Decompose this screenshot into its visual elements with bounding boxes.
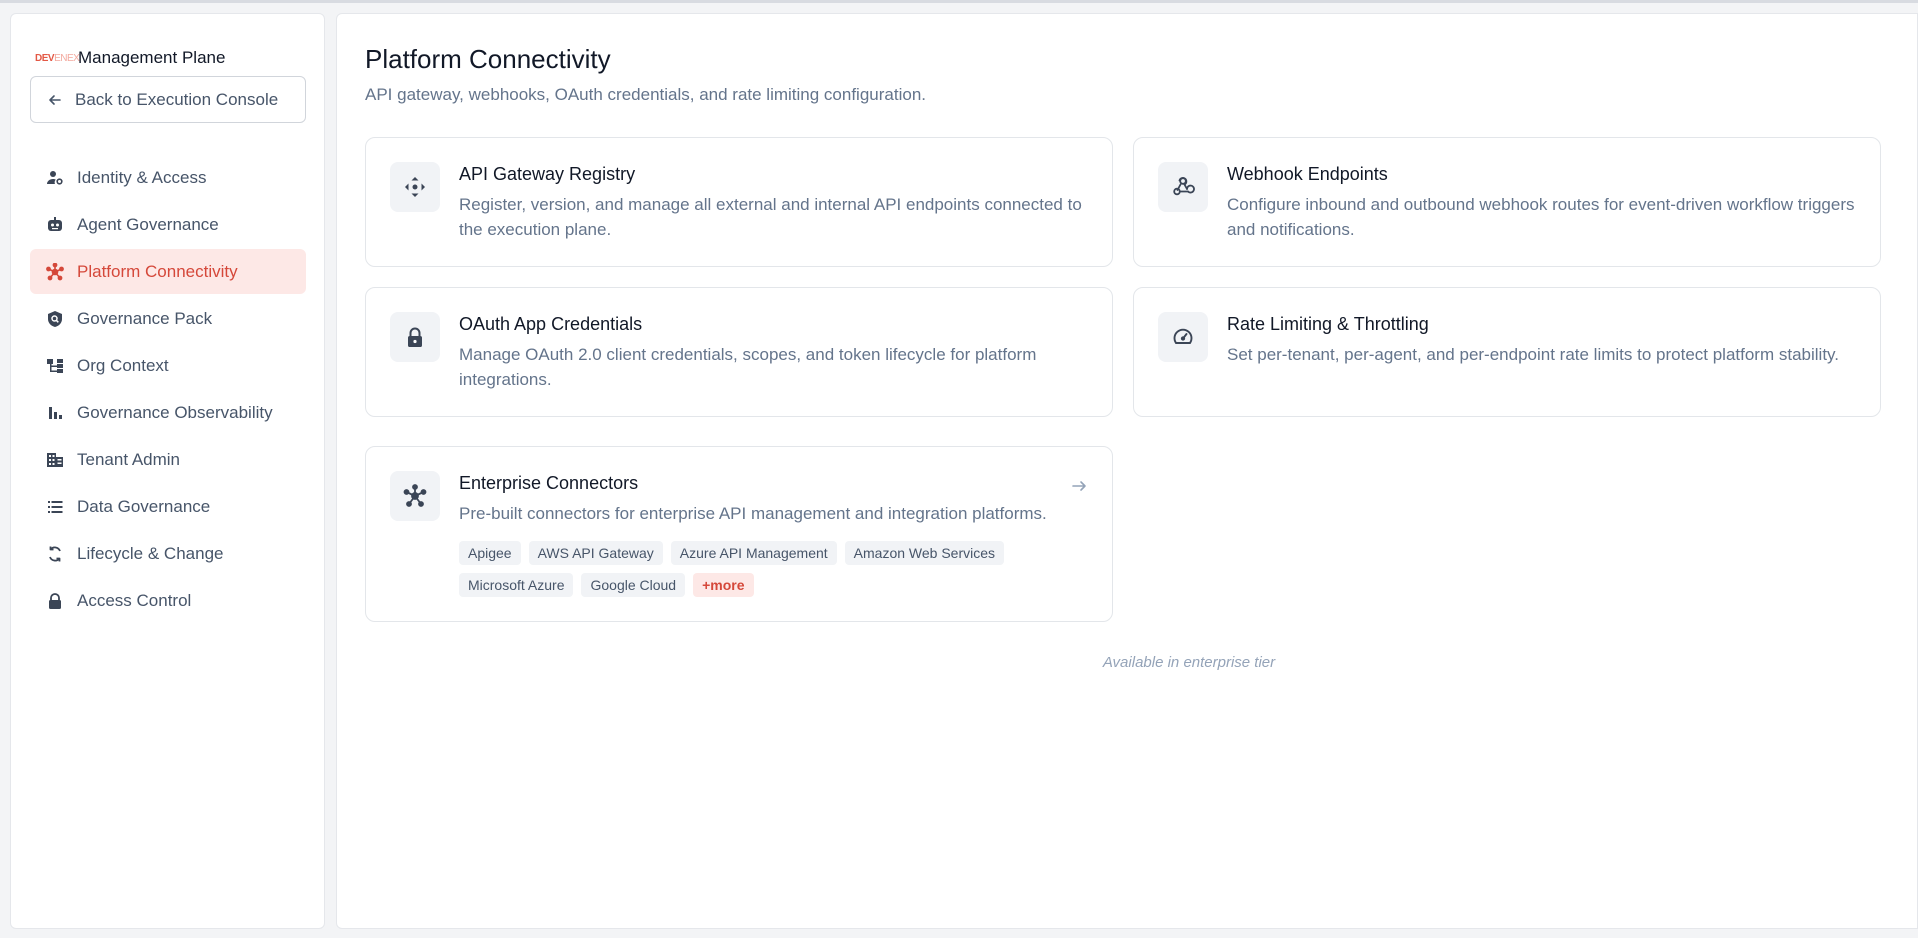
sidebar-item-lifecycle-change[interactable]: Lifecycle & Change xyxy=(30,531,306,576)
speedometer-icon xyxy=(1173,328,1193,344)
card-description: Configure inbound and outbound webhook r… xyxy=(1227,195,1855,239)
connector-tag: Azure API Management xyxy=(670,541,837,565)
sidebar-item-governance-observability[interactable]: Governance Observability xyxy=(30,390,306,435)
sidebar-item-label: Tenant Admin xyxy=(77,449,181,469)
card-api-gateway-registry[interactable]: API Gateway Registry Register, version, … xyxy=(365,137,1113,267)
sidebar-item-label: Lifecycle & Change xyxy=(77,543,224,563)
card-icon-container xyxy=(390,471,440,521)
card-rate-limiting[interactable]: Rate Limiting & Throttling Set per-tenan… xyxy=(1133,287,1881,417)
sidebar-item-label: Identity & Access xyxy=(77,167,207,187)
card-icon-container xyxy=(390,162,440,212)
sidebar-item-label: Governance Observability xyxy=(77,402,273,422)
main-panel: Platform Connectivity API gateway, webho… xyxy=(336,13,1918,929)
sidebar-nav: Identity & Access Agent Governance Platf… xyxy=(30,155,306,625)
card-description: Manage OAuth 2.0 client credentials, sco… xyxy=(459,345,1037,389)
sidebar-item-label: Org Context xyxy=(77,355,169,375)
hub-icon xyxy=(403,484,427,507)
list-icon xyxy=(48,500,63,513)
sidebar-item-access-control[interactable]: Access Control xyxy=(30,578,306,623)
more-connectors-tag[interactable]: +more xyxy=(693,573,754,597)
connector-tag: Apigee xyxy=(459,541,521,565)
sidebar-item-label: Agent Governance xyxy=(77,214,219,234)
card-title: API Gateway Registry xyxy=(459,164,636,184)
connector-tags: Apigee AWS API Gateway Azure API Managem… xyxy=(459,541,1089,597)
sidebar-item-data-governance[interactable]: Data Governance xyxy=(30,484,306,529)
sidebar-item-label: Platform Connectivity xyxy=(77,261,238,281)
card-description: Set per-tenant, per-agent, and per-endpo… xyxy=(1227,345,1839,364)
webhook-icon xyxy=(1173,177,1195,196)
brand: DEVENEX Management Plane xyxy=(35,42,225,74)
card-description: Register, version, and manage all extern… xyxy=(459,195,1082,239)
brand-logo: DEVENEX xyxy=(35,52,80,64)
card-icon-container xyxy=(1158,312,1208,362)
bar-chart-icon xyxy=(49,406,62,419)
lock-icon xyxy=(49,592,61,609)
lock-icon xyxy=(408,327,422,347)
back-to-console-button[interactable]: Back to Execution Console xyxy=(30,76,306,123)
sidebar-item-identity-access[interactable]: Identity & Access xyxy=(30,155,306,200)
move-arrows-icon xyxy=(405,177,425,197)
app-title: Management Plane xyxy=(78,48,226,67)
sidebar-item-platform-connectivity[interactable]: Platform Connectivity xyxy=(30,249,306,294)
page-subtitle: API gateway, webhooks, OAuth credentials… xyxy=(365,85,926,104)
cycle-icon xyxy=(49,546,61,561)
building-icon xyxy=(47,452,63,467)
sidebar-item-label: Data Governance xyxy=(77,496,211,516)
connector-tag: Google Cloud xyxy=(581,573,686,597)
back-button-label: Back to Execution Console xyxy=(75,89,279,109)
card-title: OAuth App Credentials xyxy=(459,314,643,334)
sidebar-item-label: Governance Pack xyxy=(77,308,213,328)
card-icon-container xyxy=(1158,162,1208,212)
sidebar: DEVENEX Management Plane Back to Executi… xyxy=(10,13,325,929)
arrow-left-icon xyxy=(49,94,61,105)
connector-tag: AWS API Gateway xyxy=(528,541,663,565)
user-gear-icon xyxy=(47,170,63,185)
arrow-right-icon[interactable] xyxy=(1070,477,1088,495)
connector-tag: Amazon Web Services xyxy=(844,541,1005,565)
card-title: Webhook Endpoints xyxy=(1227,164,1388,184)
card-icon-container xyxy=(390,312,440,362)
enterprise-tier-note: Available in enterprise tier xyxy=(1102,654,1276,671)
card-title: Enterprise Connectors xyxy=(459,473,639,493)
sidebar-item-org-context[interactable]: Org Context xyxy=(30,343,306,388)
sidebar-item-tenant-admin[interactable]: Tenant Admin xyxy=(30,437,306,482)
robot-icon xyxy=(48,216,62,231)
shield-search-icon xyxy=(48,310,62,327)
card-title: Rate Limiting & Throttling xyxy=(1227,314,1429,334)
connector-tag: Microsoft Azure xyxy=(459,573,574,597)
card-oauth-app-credentials[interactable]: OAuth App Credentials Manage OAuth 2.0 c… xyxy=(365,287,1113,417)
hub-icon xyxy=(46,262,64,280)
sidebar-item-governance-pack[interactable]: Governance Pack xyxy=(30,296,306,341)
card-description: Pre-built connectors for enterprise API … xyxy=(459,504,1047,523)
window-top-border xyxy=(0,0,1918,3)
page-title: Platform Connectivity xyxy=(365,44,611,74)
sidebar-item-agent-governance[interactable]: Agent Governance xyxy=(30,202,306,247)
sidebar-item-label: Access Control xyxy=(77,590,192,610)
org-tree-icon xyxy=(47,358,63,373)
card-webhook-endpoints[interactable]: Webhook Endpoints Configure inbound and … xyxy=(1133,137,1881,267)
card-enterprise-connectors[interactable]: Enterprise Connectors Pre-built connecto… xyxy=(365,446,1113,622)
